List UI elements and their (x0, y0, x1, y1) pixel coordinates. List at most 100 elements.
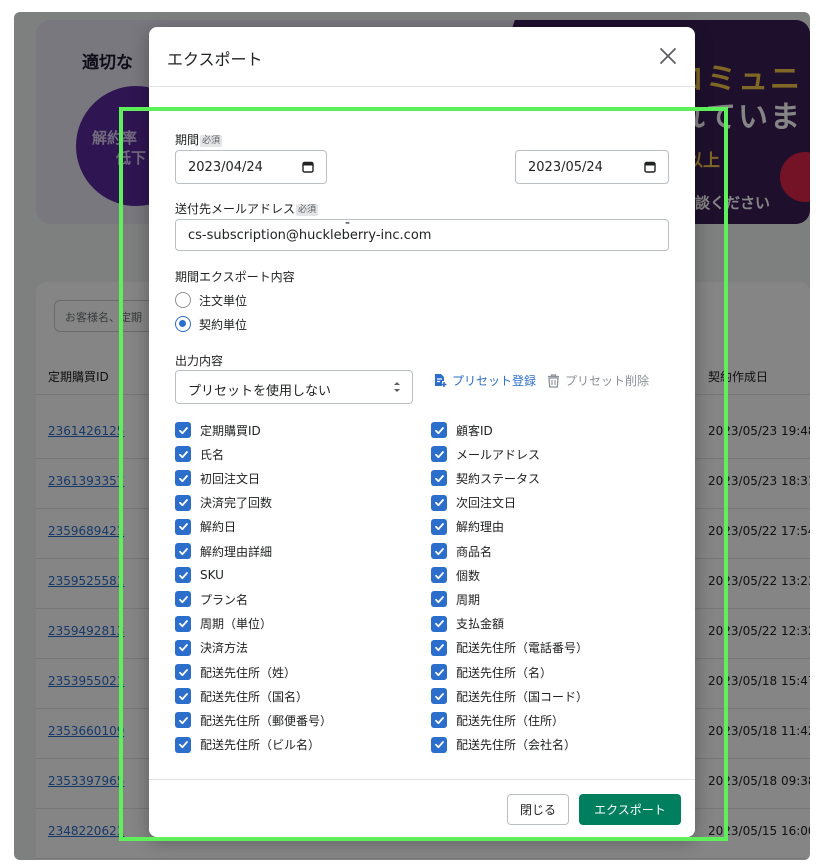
field-checkbox-row[interactable]: 配送先住所（ビル名） (175, 736, 320, 754)
field-checkbox-label: 支払金額 (456, 617, 505, 632)
export-button[interactable]: エクスポート (579, 794, 681, 825)
checkbox-checked[interactable] (175, 688, 191, 705)
field-checkbox-label: 次回注文日 (456, 496, 517, 511)
field-checkbox-row[interactable]: SKU (175, 566, 224, 584)
trash-icon (548, 374, 559, 388)
checkbox-checked[interactable] (175, 591, 191, 608)
field-checkbox-row[interactable]: 支払金額 (431, 615, 504, 633)
date-from-input[interactable]: 2023/04/24 (175, 150, 327, 184)
checkbox-checked[interactable] (431, 422, 447, 438)
field-checkbox-label: 配送先住所（住所） (456, 713, 565, 728)
checkbox-checked[interactable] (431, 518, 447, 535)
checkbox-checked[interactable] (431, 446, 447, 463)
field-checkbox-label: 配送先住所（国コード） (456, 689, 589, 704)
checkbox-checked[interactable] (175, 494, 191, 511)
field-checkbox-row[interactable]: 定期購買ID (175, 421, 261, 439)
field-checkbox-row[interactable]: 配送先住所（名） (431, 663, 552, 681)
checkbox-checked[interactable] (431, 664, 447, 680)
checkbox-checked[interactable] (175, 567, 191, 584)
date-to-value: 2023/05/24 (528, 160, 603, 175)
checkbox-checked[interactable] (175, 422, 191, 438)
checkbox-checked[interactable] (431, 470, 447, 487)
field-checkbox-row[interactable]: 解約理由詳細 (175, 542, 272, 560)
date-from-value: 2023/04/24 (188, 160, 263, 175)
field-checkbox-label: SKU (200, 568, 224, 583)
checkbox-checked[interactable] (175, 470, 191, 487)
field-checkbox-row[interactable]: 決済方法 (175, 639, 248, 657)
preset-select[interactable]: プリセットを使用しない (175, 370, 413, 404)
field-checkbox-label: 配送先住所（国名） (200, 689, 309, 704)
field-checkbox-row[interactable]: 解約理由 (431, 518, 504, 536)
checkbox-checked[interactable] (175, 446, 191, 463)
email-field[interactable]: cs-subscription@huckleberry-inc.com (175, 219, 669, 251)
checkbox-checked[interactable] (431, 543, 447, 559)
radio-label: 注文単位 (199, 293, 248, 308)
checkbox-checked[interactable] (175, 543, 191, 559)
field-checkbox-label: 解約日 (200, 520, 237, 535)
field-checkbox-row[interactable]: 契約ステータス (431, 469, 540, 487)
field-checkbox-row[interactable]: プラン名 (175, 590, 248, 608)
field-checkbox-row[interactable]: 配送先住所（住所） (431, 711, 564, 729)
field-checkbox-label: 配送先住所（姓） (200, 665, 297, 680)
checkbox-checked[interactable] (431, 567, 447, 584)
calendar-icon[interactable] (302, 161, 314, 173)
close-icon[interactable] (655, 43, 681, 69)
preset-delete-link[interactable]: プリセット削除 (546, 372, 649, 389)
checkbox-checked[interactable] (175, 664, 191, 680)
field-checkbox-row[interactable]: 解約日 (175, 518, 236, 536)
checkbox-checked[interactable] (431, 712, 447, 729)
preset-select-value: プリセットを使用しない (188, 384, 332, 399)
preset-register-link[interactable]: プリセット登録 (433, 372, 536, 389)
field-checkbox-row[interactable]: 決済完了回数 (175, 494, 272, 512)
checkbox-checked[interactable] (175, 639, 191, 656)
radio-button-selected[interactable] (175, 316, 191, 332)
field-checkbox-row[interactable]: 配送先住所（電話番号） (431, 639, 588, 657)
field-checkbox-row[interactable]: メールアドレス (431, 445, 540, 463)
calendar-icon[interactable] (644, 161, 656, 173)
radio-label: 契約単位 (199, 317, 248, 332)
field-checkbox-row[interactable]: 配送先住所（姓） (175, 663, 296, 681)
radio-contract-unit[interactable]: 契約単位 (175, 315, 247, 333)
checkbox-checked[interactable] (175, 736, 191, 753)
output-label: 出力内容 (175, 354, 224, 368)
field-checkbox-row[interactable]: 配送先住所（国名） (175, 687, 308, 705)
field-checkbox-row[interactable]: 氏名 (175, 445, 224, 463)
preset-register-label: プリセット登録 (452, 374, 537, 388)
required-badge: 必須 (200, 135, 223, 147)
field-checkbox-label: 配送先住所（ビル名） (200, 738, 321, 753)
field-checkbox-label: 解約理由詳細 (200, 544, 273, 559)
checkbox-checked[interactable] (431, 615, 447, 632)
field-checkbox-row[interactable]: 配送先住所（会社名） (431, 736, 576, 754)
radio-order-unit[interactable]: 注文単位 (175, 291, 247, 309)
checkbox-checked[interactable] (431, 591, 447, 608)
field-checkbox-label: 解約理由 (456, 520, 505, 535)
field-checkbox-row[interactable]: 次回注文日 (431, 494, 516, 512)
checkbox-checked[interactable] (431, 688, 447, 705)
field-checkbox-label: プラン名 (200, 592, 249, 607)
checkbox-checked[interactable] (431, 494, 447, 511)
field-checkbox-label: 初回注文日 (200, 471, 261, 486)
field-checkbox-row[interactable]: 配送先住所（国コード） (431, 687, 588, 705)
date-to-input[interactable]: 2023/05/24 (515, 150, 669, 184)
field-checkbox-label: 周期 (456, 592, 481, 607)
field-checkbox-label: 決済方法 (200, 641, 249, 656)
checkbox-checked[interactable] (175, 712, 191, 729)
radio-button[interactable] (175, 292, 191, 308)
field-checkbox-row[interactable]: 周期（単位） (175, 615, 272, 633)
field-checkbox-row[interactable]: 周期 (431, 590, 480, 608)
checkbox-checked[interactable] (431, 736, 447, 753)
close-button[interactable]: 閉じる (507, 794, 569, 825)
document-add-icon (435, 374, 447, 387)
field-checkbox-row[interactable]: 顧客ID (431, 421, 493, 439)
field-checkbox-row[interactable]: 商品名 (431, 542, 492, 560)
checkbox-checked[interactable] (431, 639, 447, 656)
field-checkbox-row[interactable]: 配送先住所（郵便番号） (175, 711, 332, 729)
field-checkbox-row[interactable]: 初回注文日 (175, 469, 260, 487)
field-checkbox-label: 商品名 (456, 544, 493, 559)
checkbox-checked[interactable] (175, 615, 191, 632)
field-checkbox-row[interactable]: 個数 (431, 566, 480, 584)
checkbox-checked[interactable] (175, 518, 191, 535)
field-checkbox-label: 個数 (456, 568, 481, 583)
email-label-text: 送付先メールアドレス (175, 202, 296, 216)
export-scope-label: 期間エクスポート内容 (175, 270, 295, 284)
